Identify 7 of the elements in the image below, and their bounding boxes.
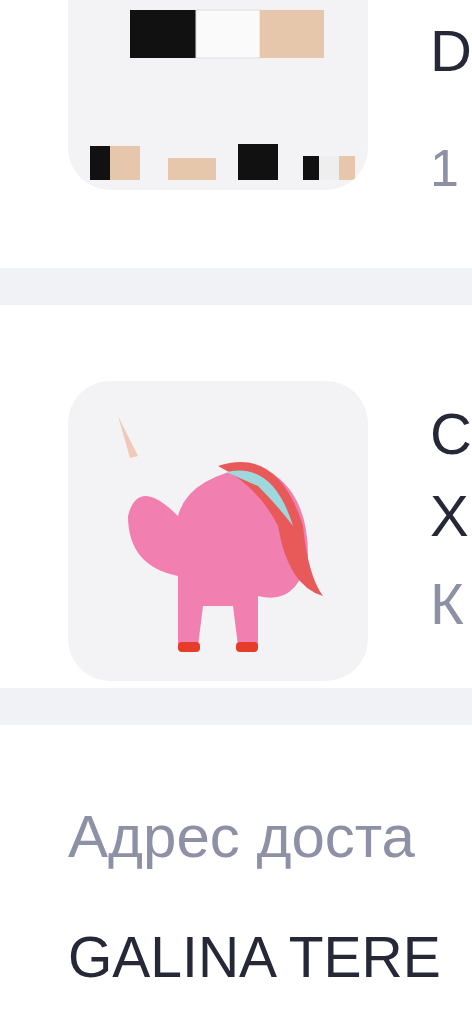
product-title: Х	[430, 487, 470, 545]
product-subtitle: К	[430, 575, 465, 633]
product-title: D	[430, 22, 472, 80]
product-title: С	[430, 405, 472, 463]
product-subtitle: 1	[430, 142, 460, 194]
delivery-address-label: Адрес доста	[68, 807, 416, 867]
recipient-name: GALINA TERE	[68, 929, 442, 986]
